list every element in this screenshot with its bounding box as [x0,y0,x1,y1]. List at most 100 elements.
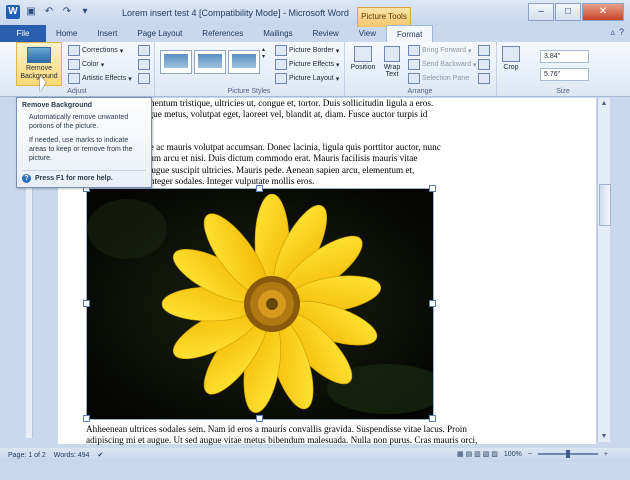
group-adjust: Remove Background Corrections ▾ Color ▾ … [0,42,155,96]
picture-border-button[interactable]: Picture Border ▾ [275,45,339,56]
picture-effects-button[interactable]: Picture Effects ▾ [275,59,340,70]
picture-layout-button[interactable]: Picture Layout ▾ [275,73,339,84]
corrections-label: Corrections [82,47,118,54]
ribbon: Remove Background Corrections ▾ Color ▾ … [0,42,630,97]
picture-style-3[interactable] [228,50,260,74]
compress-icon [138,45,150,56]
tab-home[interactable]: Home [46,25,87,42]
picture-styles-group-label: Picture Styles [227,88,271,95]
undo-icon[interactable]: ↶ [42,5,56,19]
height-input[interactable]: 3.84" [540,50,589,63]
scroll-down-icon[interactable]: ▼ [599,433,609,440]
reset-picture-button[interactable] [138,73,150,84]
rotate-button[interactable] [478,73,490,84]
resize-handle-right[interactable] [429,300,436,307]
send-backward-icon [408,59,420,70]
color-button[interactable]: Color ▾ [68,59,104,70]
picture-layout-label: Picture Layout [289,75,334,82]
zoom-slider[interactable] [537,450,598,458]
maximize-button[interactable]: □ [555,3,581,21]
position-label: Position [350,64,376,71]
tab-format[interactable]: Format [386,25,434,42]
picture-effects-icon [275,59,287,70]
resize-handle-br[interactable] [429,415,436,422]
group-objects-button[interactable] [478,59,490,70]
para1-line-2: volutpat. Cras augue metus, volutpat ege… [86,109,428,120]
bring-forward-button[interactable]: Bring Forward ▾ [408,45,471,56]
resize-handle-tr[interactable] [429,185,436,192]
resize-handle-bottom[interactable] [256,415,263,422]
selected-picture[interactable] [86,188,434,420]
para2-line-4: r sit amet, risus. Integer sodales. Inte… [86,175,315,186]
color-label: Color [82,61,99,68]
zoom-level[interactable]: 100% [504,451,522,458]
page-count[interactable]: Page: 1 of 2 [8,452,46,459]
scroll-up-icon[interactable]: ▲ [599,100,609,107]
resize-handle-top[interactable] [256,185,263,192]
proofing-icon[interactable]: ✔ [97,451,103,459]
customize-qat-icon[interactable]: ▾ [78,5,92,19]
minimize-button[interactable]: – [528,3,554,21]
bring-forward-label: Bring Forward [422,47,466,54]
adjust-group-label: Adjust [67,88,87,95]
send-backward-button[interactable]: Send Backward ▾ [408,59,477,70]
zoom-in-icon[interactable]: + [604,451,608,458]
save-icon[interactable]: ▣ [24,5,38,19]
title-bar: W ▣ ↶ ↷ ▾ Lorem insert test 4 [Compatibi… [0,0,630,27]
word-count[interactable]: Words: 494 [54,452,90,459]
para2-line-2: cu, at suscipit ipsum arcu et nisi. Duis… [86,153,418,164]
wrap-text-label: Wrap Text [383,64,401,78]
change-picture-button[interactable] [138,59,150,70]
view-buttons[interactable]: ▦ ▤ ▥ ▧ ▨ [457,450,498,458]
window-title: Lorem insert test 4 [Compatibility Mode]… [122,8,349,18]
close-button[interactable]: ✕ [582,3,624,21]
change-picture-icon [138,59,150,70]
remove-background-button[interactable]: Remove Background [16,42,62,86]
zoom-slider-knob[interactable] [565,450,570,458]
crop-button[interactable]: Crop [502,46,520,71]
styles-more-button[interactable]: ▴ ▾ [262,46,265,60]
tab-mailings[interactable]: Mailings [253,25,302,42]
help-icon[interactable]: ? [619,27,624,38]
tab-page-layout[interactable]: Page Layout [127,25,192,42]
artistic-effects-icon [68,73,80,84]
position-icon [354,46,372,62]
picture-style-2[interactable] [194,50,226,74]
ribbon-tab-extras: ▵ ? [610,27,624,38]
remove-background-tooltip: Remove Background Automatically remove u… [16,97,152,188]
para3-line-2: adipiscing mi et augue. Ut sed augue vit… [86,435,478,446]
align-button[interactable] [478,45,490,56]
scroll-thumb[interactable] [599,184,611,226]
resize-handle-left[interactable] [83,300,90,307]
zoom-out-icon[interactable]: − [528,451,532,458]
para2-line-3: ut enim sit amet augue suscipit ultricie… [86,164,415,175]
width-input[interactable]: 5.76" [540,68,589,81]
redo-icon[interactable]: ↷ [60,5,74,19]
artistic-effects-button[interactable]: Artistic Effects ▾ [68,73,132,84]
tab-references[interactable]: References [192,25,253,42]
minimize-ribbon-icon[interactable]: ▵ [610,27,615,38]
resize-handle-bl[interactable] [83,415,90,422]
para1-line-1: sapien quam, elementum tristique, ultric… [86,98,434,108]
selection-pane-button[interactable]: Selection Pane [408,73,469,84]
remove-background-icon [27,47,51,63]
corrections-button[interactable]: Corrections ▾ [68,45,123,56]
mouse-pointer-icon [40,76,46,92]
remove-background-label: Remove Background [20,65,58,80]
vertical-scrollbar[interactable]: ▲ ▼ [597,98,611,442]
tab-view[interactable]: View [349,25,386,42]
word-logo-icon[interactable]: W [6,5,20,19]
tab-review[interactable]: Review [303,25,349,42]
picture-border-label: Picture Border [289,47,334,54]
crop-icon [502,46,520,62]
position-button[interactable]: Position [348,46,378,71]
compress-pictures-button[interactable] [138,45,150,56]
picture-style-1[interactable] [160,50,192,74]
wrap-text-button[interactable]: Wrap Text [380,46,404,78]
rotate-icon [478,73,490,84]
arrange-group-label: Arrange [407,88,433,95]
tab-insert[interactable]: Insert [87,25,127,42]
tab-file[interactable]: File [0,25,46,42]
selection-pane-label: Selection Pane [422,75,470,82]
selection-pane-icon [408,73,420,84]
